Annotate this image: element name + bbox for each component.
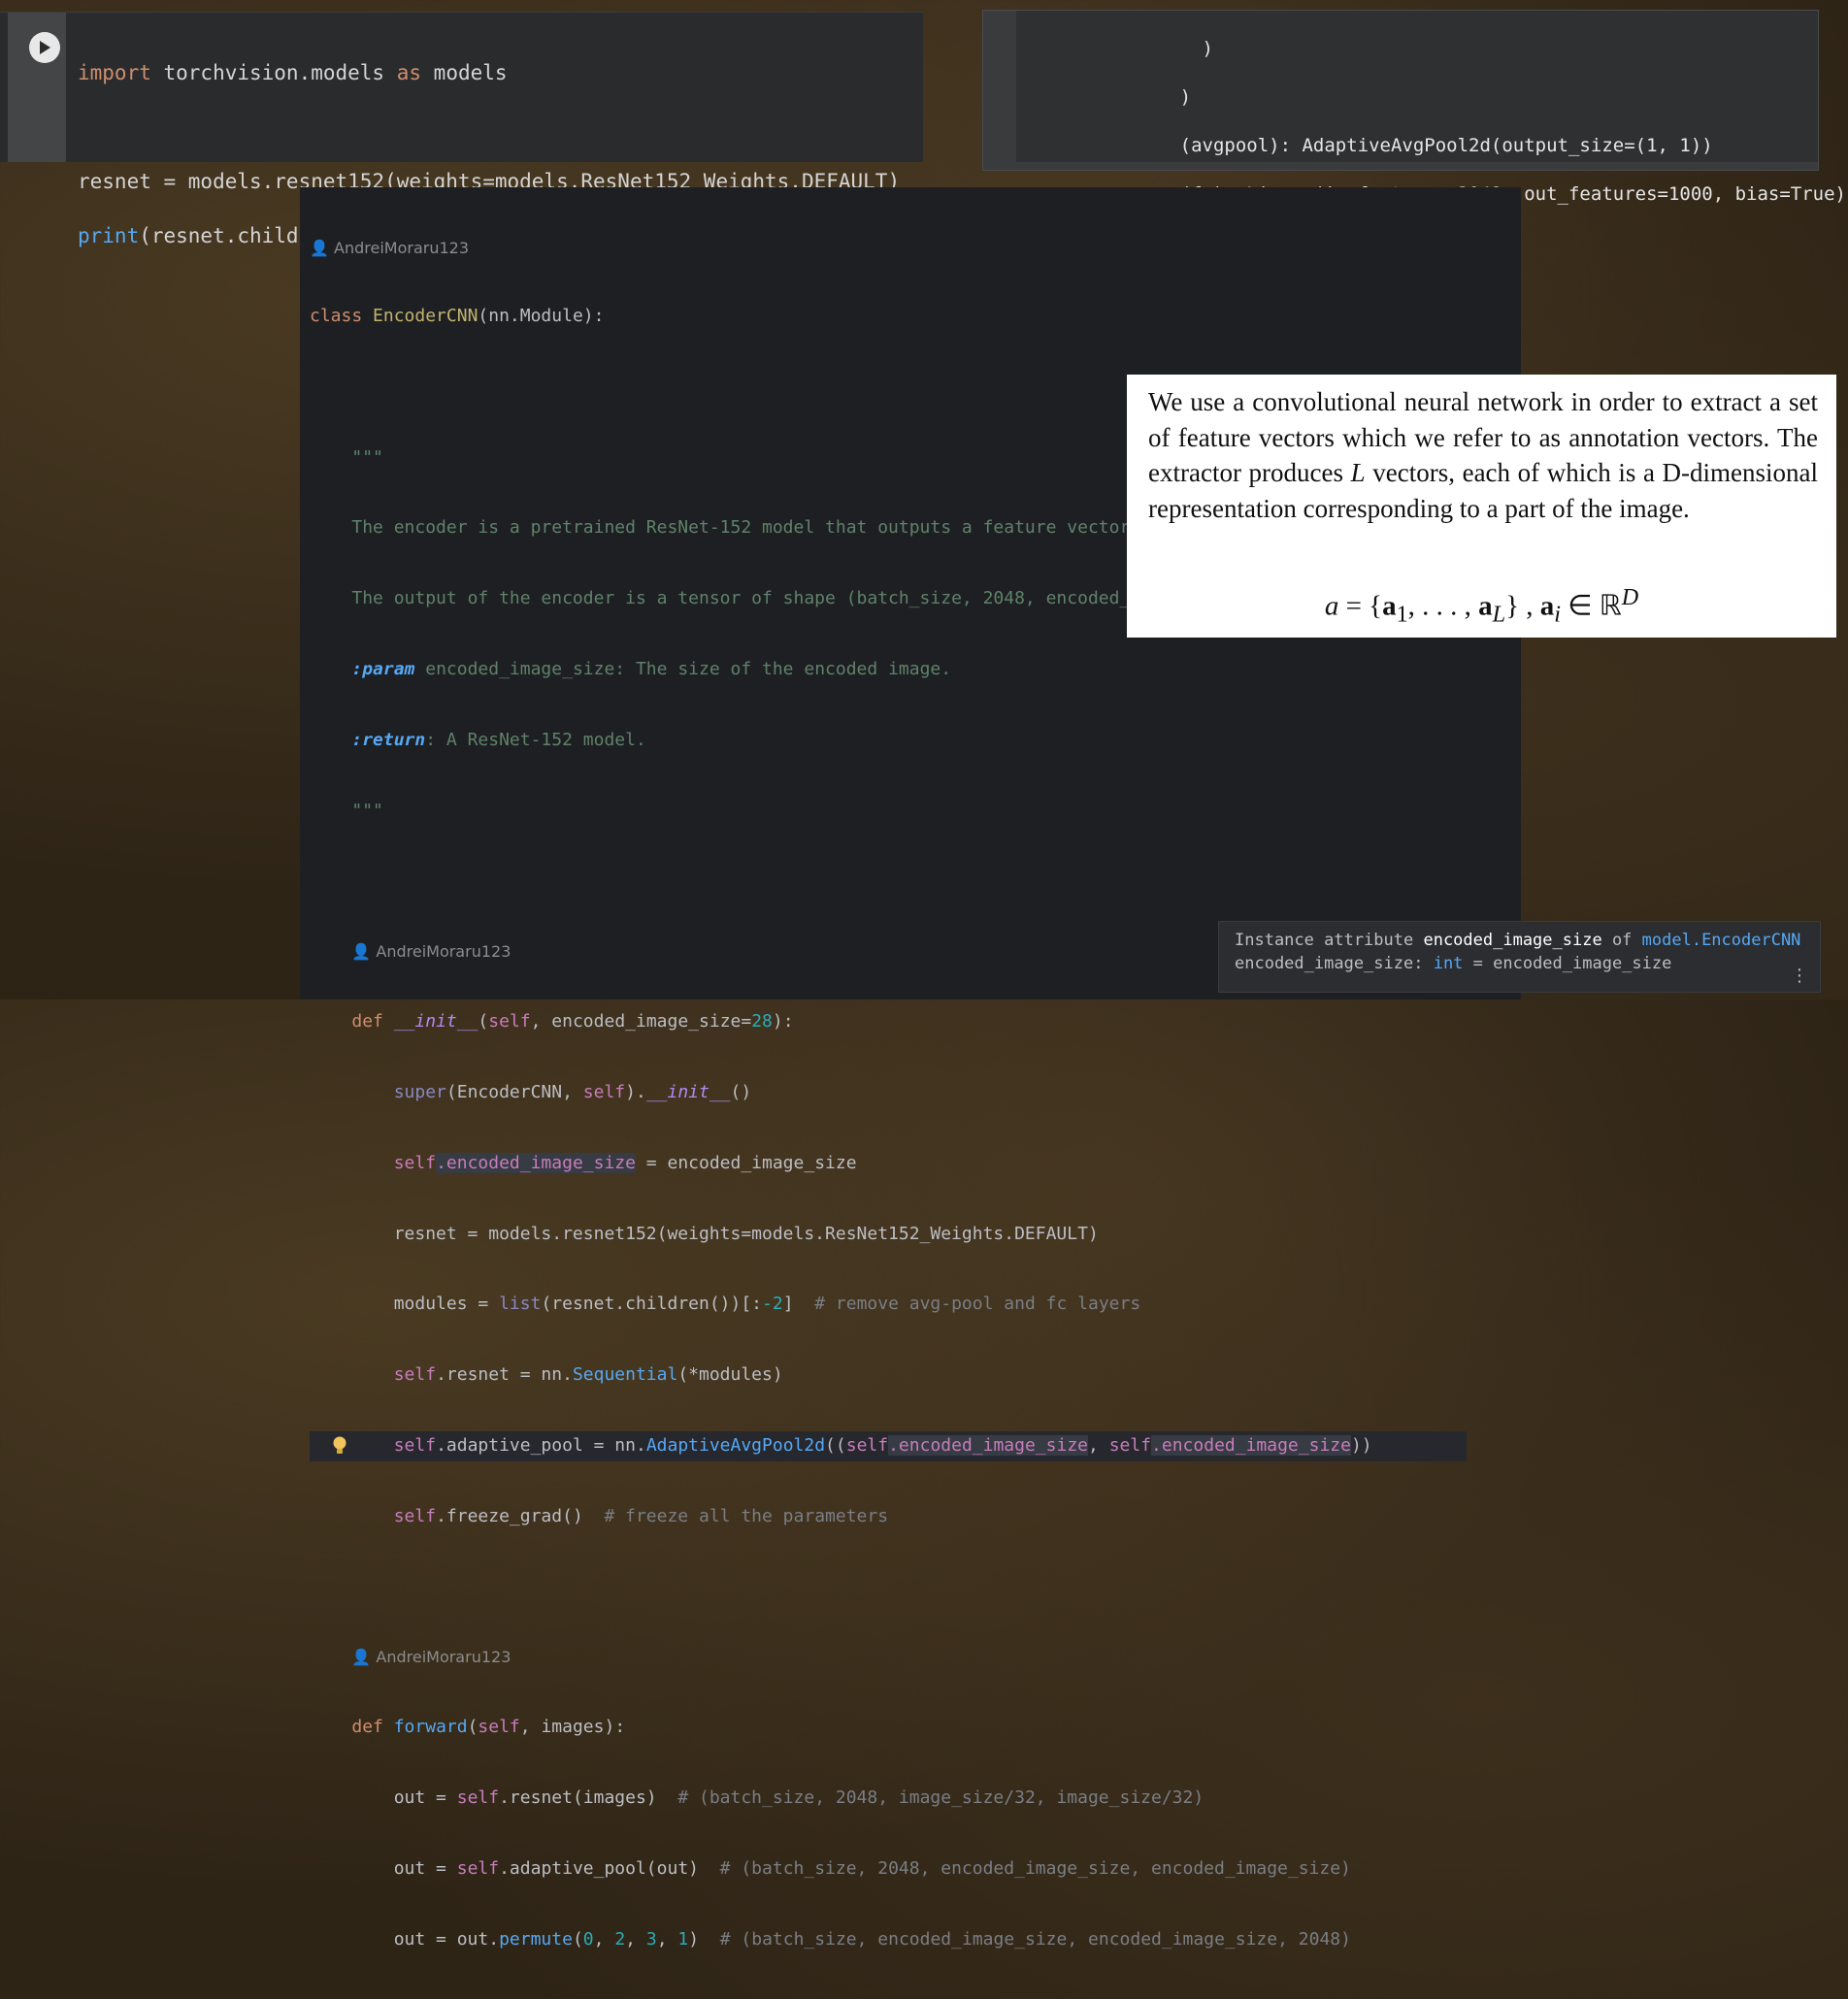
colab-code-cell: import torchvision.models as models resn… — [0, 12, 923, 247]
paper-excerpt: We use a convolutional neural network in… — [1127, 375, 1836, 638]
output-line: ) — [1113, 38, 1213, 59]
docstring-close: """ — [351, 800, 383, 821]
play-icon — [40, 41, 50, 54]
person-icon: 👤 — [351, 1648, 377, 1667]
code-line: self.encoded_image_size = encoded_image_… — [393, 1152, 857, 1173]
class-decl: class EncoderCNN(nn.Module): — [310, 306, 605, 326]
author-hint[interactable]: 👤 AndreiMoraru123 — [310, 236, 1467, 261]
paper-paragraph: We use a convolutional neural network in… — [1148, 387, 1819, 523]
author-hint[interactable]: 👤 AndreiMoraru123 — [310, 1643, 1467, 1672]
output-line: (avgpool): AdaptiveAvgPool2d(output_size… — [1113, 135, 1713, 156]
code-line: return out — [310, 1996, 1467, 1999]
tooltip-line-2: encoded_image_size: int = encoded_image_… — [1235, 954, 1672, 973]
more-options-icon[interactable]: ⋮ — [1791, 966, 1808, 986]
code-line: modules = list(resnet.children())[:-2] #… — [393, 1294, 1141, 1315]
init-signature: def __init__(self, encoded_image_size=28… — [351, 1011, 794, 1032]
person-icon: 👤 — [351, 942, 377, 962]
output-area: ) ) (avgpool): AdaptiveAvgPool2d(output_… — [1016, 11, 1846, 253]
tooltip-line-1: Instance attribute encoded_image_size of… — [1235, 931, 1801, 950]
cell-gutter — [8, 13, 66, 162]
code-line: super(EncoderCNN, self).__init__() — [393, 1081, 752, 1102]
forward-signature: def forward(self, images): — [351, 1717, 626, 1738]
docstring-param: :param encoded_image_size: The size of t… — [351, 658, 952, 679]
lightbulb-icon[interactable] — [331, 1435, 348, 1457]
cell-output: ) ) (avgpool): AdaptiveAvgPool2d(output_… — [982, 10, 1846, 253]
code-line: self.freeze_grad() # freeze all the para… — [393, 1505, 889, 1526]
output-line: ) — [1113, 86, 1192, 108]
current-line: self.adaptive_pool = nn.AdaptiveAvgPool2… — [310, 1430, 1468, 1461]
code-line: out = out.permute(0, 2, 3, 1) # (batch_s… — [393, 1928, 1351, 1950]
code-line: out = self.resnet(images) # (batch_size,… — [393, 1787, 1204, 1809]
quick-doc-tooltip: Instance attribute encoded_image_size of… — [1218, 921, 1821, 993]
code-line: out = self.adaptive_pool(out) # (batch_s… — [393, 1857, 1351, 1879]
code-line: self.resnet = nn.Sequential(*modules) — [393, 1364, 783, 1386]
docstring-return: :return: A ResNet-152 model. — [351, 729, 646, 750]
run-cell-button[interactable] — [29, 32, 60, 63]
class-link[interactable]: model.EncoderCNN — [1642, 931, 1801, 950]
person-icon: 👤 — [310, 239, 335, 257]
code-line: resnet = models.resnet152(weights=models… — [393, 1223, 1099, 1244]
code-line-1: import torchvision.models as models — [78, 61, 508, 84]
annotation-formula: a = {a1, . . . , aL} , ai ∈ ℝD — [1324, 584, 1639, 628]
